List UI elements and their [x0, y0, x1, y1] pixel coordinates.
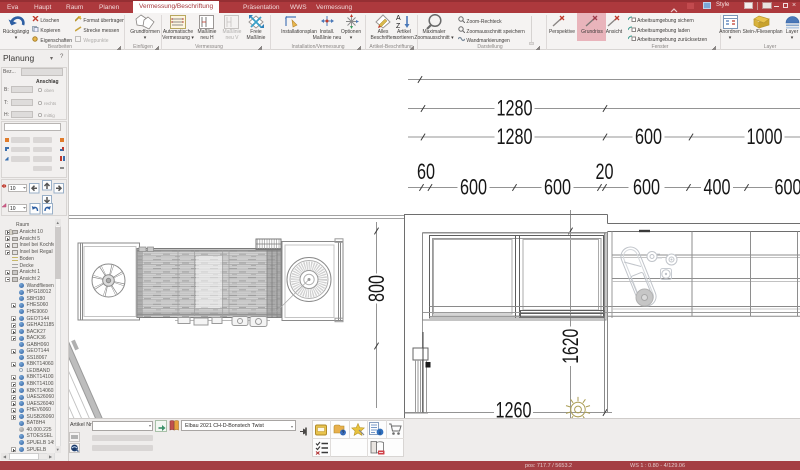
svg-text:1280: 1280 [497, 96, 533, 121]
svg-text:10: 10 [10, 186, 16, 192]
svg-text:800: 800 [364, 275, 389, 302]
svg-text:i: i [379, 430, 380, 436]
svg-text:600: 600 [633, 175, 660, 200]
svg-text:10: 10 [10, 206, 16, 212]
svg-text:A: A [396, 15, 401, 22]
svg-text:600: 600 [544, 175, 571, 200]
svg-text:20: 20 [596, 159, 614, 184]
svg-text:600: 600 [460, 175, 487, 200]
svg-text:?: ? [342, 431, 345, 437]
svg-text:400: 400 [704, 175, 731, 200]
svg-text:600: 600 [775, 175, 800, 200]
svg-text:60: 60 [417, 159, 435, 184]
svg-text:1000: 1000 [747, 124, 783, 149]
svg-text:600: 600 [635, 124, 662, 149]
svg-text:1280: 1280 [497, 124, 533, 149]
svg-text:1620: 1620 [558, 329, 583, 364]
